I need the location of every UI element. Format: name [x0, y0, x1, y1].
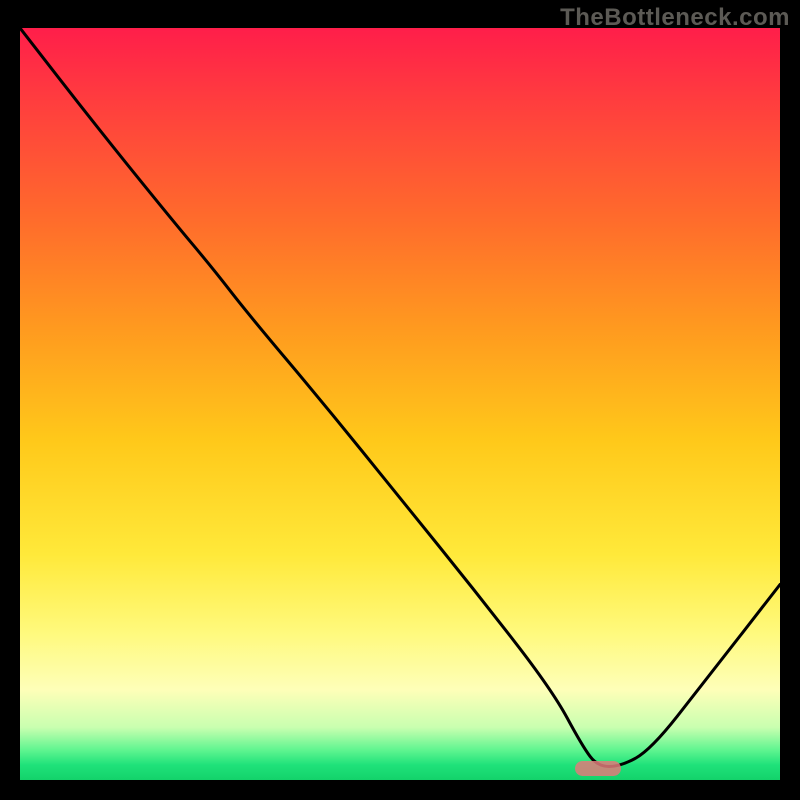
bottleneck-curve: [20, 28, 780, 780]
watermark-text: TheBottleneck.com: [560, 4, 790, 32]
plot-area: [20, 28, 780, 780]
optimal-marker: [575, 761, 621, 776]
chart-frame: TheBottleneck.com: [0, 0, 800, 800]
